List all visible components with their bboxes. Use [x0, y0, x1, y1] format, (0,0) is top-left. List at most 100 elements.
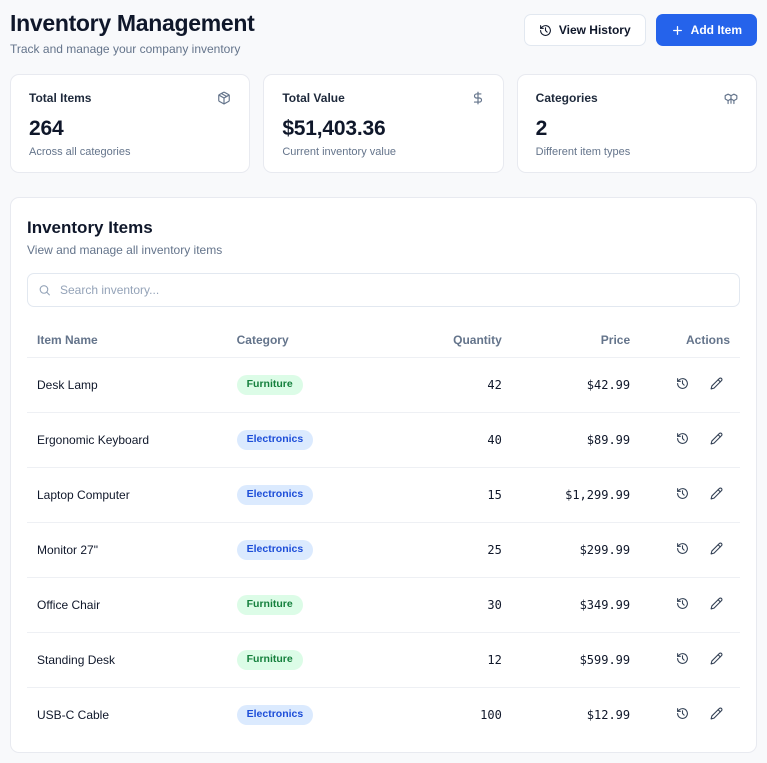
search-bar: [27, 273, 740, 307]
search-input[interactable]: [27, 273, 740, 307]
page-heading-block: Inventory Management Track and manage yo…: [10, 10, 255, 56]
pencil-icon: [710, 707, 723, 723]
column-header-category: Category: [227, 325, 398, 358]
pencil-icon: [710, 487, 723, 503]
item-price: $42.99: [512, 358, 640, 413]
history-icon: [676, 652, 689, 668]
add-item-label: Add Item: [691, 23, 742, 37]
item-price: $12.99: [512, 688, 640, 743]
column-header-quantity: Quantity: [398, 325, 512, 358]
item-price: $1,299.99: [512, 468, 640, 523]
item-quantity: 25: [398, 523, 512, 578]
history-icon: [539, 24, 552, 37]
inventory-items-subtitle: View and manage all inventory items: [27, 243, 740, 257]
item-price: $299.99: [512, 523, 640, 578]
stat-caption: Different item types: [536, 146, 738, 158]
item-price: $349.99: [512, 578, 640, 633]
inventory-items-title: Inventory Items: [27, 218, 740, 238]
row-history-button[interactable]: [668, 646, 696, 674]
table-row: USB-C Cable Electronics 100 $12.99: [27, 688, 740, 743]
pencil-icon: [710, 432, 723, 448]
inventory-page: Inventory Management Track and manage yo…: [0, 0, 767, 763]
view-history-button[interactable]: View History: [524, 14, 646, 46]
item-name: Monitor 27": [37, 543, 98, 557]
item-quantity: 100: [398, 688, 512, 743]
page-header: Inventory Management Track and manage yo…: [10, 10, 757, 56]
pencil-icon: [710, 377, 723, 393]
row-history-button[interactable]: [668, 481, 696, 509]
stat-value: 264: [29, 117, 231, 141]
row-edit-button[interactable]: [702, 371, 730, 399]
history-icon: [676, 487, 689, 503]
row-history-button[interactable]: [668, 591, 696, 619]
column-header-item-name: Item Name: [27, 325, 227, 358]
row-history-button[interactable]: [668, 371, 696, 399]
history-icon: [676, 542, 689, 558]
row-edit-button[interactable]: [702, 536, 730, 564]
view-history-label: View History: [559, 23, 631, 37]
stat-card-categories: Categories 2 Different item types: [517, 74, 757, 173]
item-name: Laptop Computer: [37, 488, 130, 502]
item-quantity: 42: [398, 358, 512, 413]
row-history-button[interactable]: [668, 536, 696, 564]
stat-value: 2: [536, 117, 738, 141]
item-quantity: 30: [398, 578, 512, 633]
add-item-button[interactable]: Add Item: [656, 14, 757, 46]
item-quantity: 40: [398, 413, 512, 468]
item-name: Office Chair: [37, 598, 100, 612]
stat-card-total-value: Total Value $51,403.36 Current inventory…: [263, 74, 503, 173]
stat-caption: Current inventory value: [282, 146, 484, 158]
stat-value: $51,403.36: [282, 117, 484, 141]
table-row: Ergonomic Keyboard Electronics 40 $89.99: [27, 413, 740, 468]
table-row: Laptop Computer Electronics 15 $1,299.99: [27, 468, 740, 523]
stat-card-total-items: Total Items 264 Across all categories: [10, 74, 250, 173]
item-name: Desk Lamp: [37, 378, 98, 392]
row-edit-button[interactable]: [702, 426, 730, 454]
category-badge: Electronics: [237, 430, 314, 450]
stat-label: Categories: [536, 91, 598, 105]
row-edit-button[interactable]: [702, 646, 730, 674]
item-name: Standing Desk: [37, 653, 115, 667]
row-edit-button[interactable]: [702, 481, 730, 509]
item-price: $89.99: [512, 413, 640, 468]
stat-label: Total Value: [282, 91, 344, 105]
page-subtitle: Track and manage your company inventory: [10, 42, 255, 56]
table-row: Standing Desk Furniture 12 $599.99: [27, 633, 740, 688]
category-badge: Electronics: [237, 705, 314, 725]
row-history-button[interactable]: [668, 426, 696, 454]
category-badge: Electronics: [237, 540, 314, 560]
table-row: Desk Lamp Furniture 42 $42.99: [27, 358, 740, 413]
table-row: Monitor 27" Electronics 25 $299.99: [27, 523, 740, 578]
page-title: Inventory Management: [10, 10, 255, 37]
boxes-icon: [724, 91, 738, 108]
inventory-items-card: Inventory Items View and manage all inve…: [10, 197, 757, 753]
item-quantity: 12: [398, 633, 512, 688]
row-history-button[interactable]: [668, 701, 696, 729]
column-header-price: Price: [512, 325, 640, 358]
dollar-icon: [471, 91, 485, 108]
item-price: $599.99: [512, 633, 640, 688]
category-badge: Furniture: [237, 650, 303, 670]
category-badge: Electronics: [237, 485, 314, 505]
pencil-icon: [710, 542, 723, 558]
package-icon: [217, 91, 231, 108]
history-icon: [676, 432, 689, 448]
item-quantity: 15: [398, 468, 512, 523]
pencil-icon: [710, 597, 723, 613]
history-icon: [676, 597, 689, 613]
stat-label: Total Items: [29, 91, 91, 105]
category-badge: Furniture: [237, 375, 303, 395]
table-row: Office Chair Furniture 30 $349.99: [27, 578, 740, 633]
history-icon: [676, 707, 689, 723]
inventory-table: Item Name Category Quantity Price Action…: [27, 325, 740, 742]
history-icon: [676, 377, 689, 393]
stat-caption: Across all categories: [29, 146, 231, 158]
stats-row: Total Items 264 Across all categories To…: [10, 74, 757, 173]
table-header-row: Item Name Category Quantity Price Action…: [27, 325, 740, 358]
item-name: Ergonomic Keyboard: [37, 433, 149, 447]
row-edit-button[interactable]: [702, 591, 730, 619]
row-edit-button[interactable]: [702, 701, 730, 729]
column-header-actions: Actions: [640, 325, 740, 358]
item-name: USB-C Cable: [37, 708, 109, 722]
category-badge: Furniture: [237, 595, 303, 615]
